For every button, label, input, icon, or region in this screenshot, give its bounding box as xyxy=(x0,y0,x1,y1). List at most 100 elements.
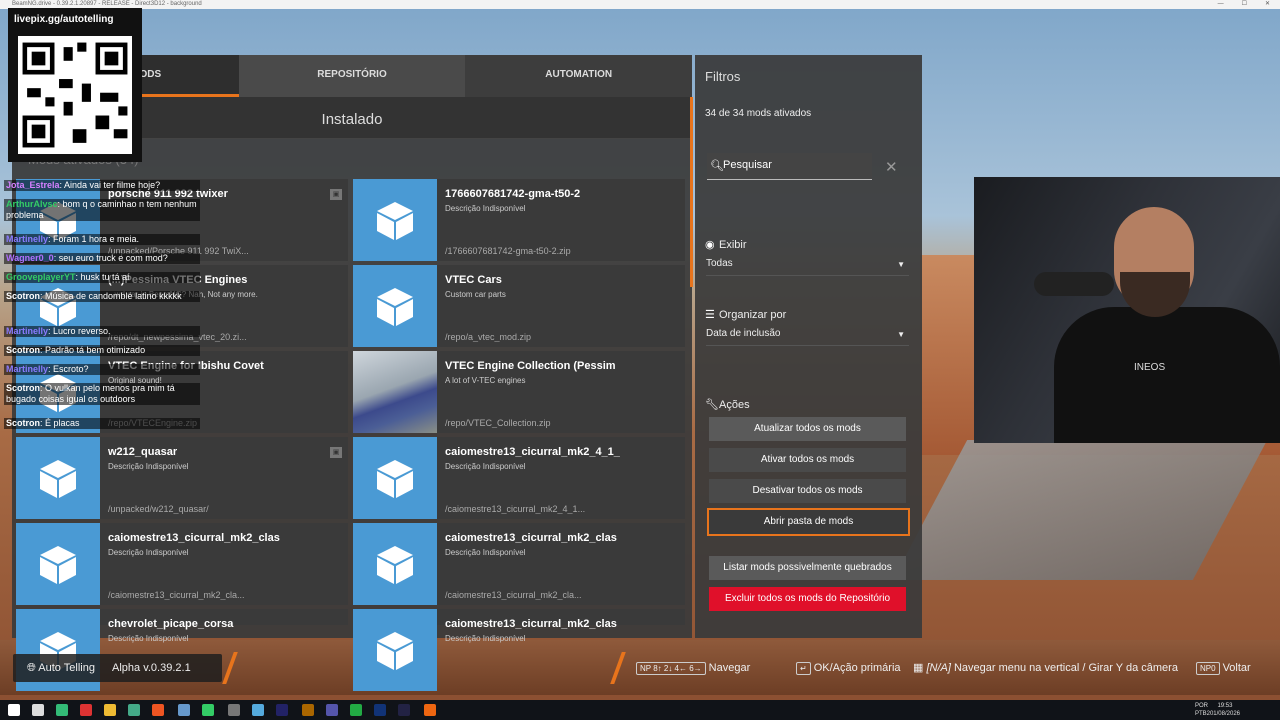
sort-select[interactable]: Data de inclusão ▼ xyxy=(706,328,909,346)
chrome-icon[interactable] xyxy=(128,704,140,716)
enable-all-button[interactable]: Ativar todos os mods xyxy=(709,448,906,472)
mod-title: caiomestre13_cicurral_mk2_clas xyxy=(108,532,280,544)
chat-username: Jota_Estrela xyxy=(6,180,60,190)
obs-icon[interactable] xyxy=(228,704,240,716)
chat-message: Scotron: É placas xyxy=(4,418,200,429)
update-all-button[interactable]: Atualizar todos os mods xyxy=(709,417,906,441)
chat-username: Scotron xyxy=(6,345,41,355)
search-icon: 🔍︎ xyxy=(710,160,724,172)
enter-key-icon: ↵ xyxy=(796,662,811,675)
search-input[interactable]: 🔍︎ Pesquisar xyxy=(707,153,872,180)
mod-card[interactable]: caiomestre13_cicurral_mk2_clas Descrição … xyxy=(353,523,685,605)
hint-back-text: Voltar xyxy=(1222,662,1251,674)
hint-ok-text: OK/Ação primária xyxy=(813,662,901,674)
hint-vertical: ▦ [N/A] Navegar menu na vertical / Girar… xyxy=(913,660,1178,676)
mod-card[interactable]: caiomestre13_cicurral_mk2_clas Descrição … xyxy=(16,523,348,605)
app-icon[interactable] xyxy=(350,704,362,716)
webcam-overlay: INEOS xyxy=(974,177,1280,443)
filters-panel: Filtros 34 de 34 mods ativados 🔍︎ Pesqui… xyxy=(695,55,922,638)
mod-card[interactable]: VTEC Engine Collection (Pessim A lot of V… xyxy=(353,351,685,433)
chat-message: Jota_Estrela: Ainda vai ter filme hoje? xyxy=(4,180,200,191)
qr-url: livepix.gg/autotelling xyxy=(14,14,114,25)
scrollbar[interactable] xyxy=(690,97,693,287)
window-title: BeamNG.drive - 0.39.2.1.20897 - RELEASE … xyxy=(12,1,202,7)
mod-description: Descrição Indisponível xyxy=(108,462,189,471)
mod-description: Descrição Indisponível xyxy=(445,548,526,557)
maximize-icon[interactable]: ☐ xyxy=(1242,0,1247,9)
app-icon[interactable] xyxy=(252,704,264,716)
window-controls: — ☐ ✕ xyxy=(1218,0,1270,9)
mod-card[interactable]: VTEC Cars Custom car parts/repo/a_vtec_mo… xyxy=(353,265,685,347)
mod-card[interactable]: 1766607681742-gma-t50-2 Descrição Indispo… xyxy=(353,179,685,261)
chat-message: Wagner0_0: seu euro truck e com mod? xyxy=(4,253,200,264)
mod-thumbnail xyxy=(353,437,437,519)
mod-title: VTEC Engine Collection (Pessim xyxy=(445,360,616,372)
mod-description: Descrição Indisponível xyxy=(108,634,189,643)
brave-icon[interactable] xyxy=(152,704,164,716)
window-titlebar: BeamNG.drive - 0.39.2.1.20897 - RELEASE … xyxy=(0,0,1280,9)
tab-repository[interactable]: REPOSITÓRIO xyxy=(238,55,466,97)
chat-username: Wagner0_0 xyxy=(6,253,54,263)
start-icon[interactable] xyxy=(8,704,20,716)
mod-card[interactable]: chevrolet_picape_corsa Descrição Indispon… xyxy=(16,609,348,691)
mod-card[interactable]: caiomestre13_cicurral_mk2_4_1_ Descrição … xyxy=(353,437,685,519)
minimize-icon[interactable]: — xyxy=(1218,0,1224,9)
open-folder-button[interactable]: Abrir pasta de mods xyxy=(707,508,910,536)
show-label-text: Exibir xyxy=(719,239,747,251)
mod-thumbnail xyxy=(353,179,437,261)
show-select[interactable]: Todas ▼ xyxy=(706,258,909,276)
list-broken-button[interactable]: Listar mods possivelmente quebrados xyxy=(709,556,906,580)
folder-icon[interactable] xyxy=(104,704,116,716)
audition-icon[interactable] xyxy=(276,704,288,716)
language-indicator[interactable]: POR PTB2 xyxy=(1195,702,1210,718)
numpad-keys: NP 8↑ 2↓ 4← 6→ xyxy=(636,662,706,675)
hint-back: NP0 Voltar xyxy=(1196,660,1251,676)
mod-description: Descrição Indisponível xyxy=(445,462,526,471)
mod-path: /unpacked/w212_quasar/ xyxy=(108,504,209,514)
profile-pill[interactable]: 🌐︎ Auto Telling Alpha v.0.39.2.1 xyxy=(13,654,222,682)
mod-title: caiomestre13_cicurral_mk2_4_1_ xyxy=(445,446,620,458)
beamng-icon[interactable] xyxy=(424,704,436,716)
chat-text: : Ainda vai ter filme hoje? xyxy=(59,180,161,190)
mod-description: Descrição Indisponível xyxy=(445,204,526,213)
photoshop-icon[interactable] xyxy=(374,704,386,716)
chat-text: : Padrão tá bem otimizado xyxy=(40,345,146,355)
unpacked-icon[interactable]: ▣ xyxy=(330,447,342,458)
app-icon[interactable] xyxy=(80,704,92,716)
mod-title: caiomestre13_cicurral_mk2_clas xyxy=(445,532,617,544)
hint-navigate: NP 8↑ 2↓ 4← 6→ Navegar xyxy=(636,660,750,676)
unpacked-icon[interactable]: ▣ xyxy=(330,189,342,200)
tab-automation[interactable]: AUTOMATION xyxy=(465,55,693,97)
app-icon[interactable] xyxy=(178,704,190,716)
chat-username: Martinelly xyxy=(6,364,49,374)
mod-title: 1766607681742-gma-t50-2 xyxy=(445,188,581,200)
webcam-body xyxy=(1054,307,1280,443)
mod-path: /repo/VTEC_Collection.zip xyxy=(445,418,551,428)
mod-description: Descrição Indisponível xyxy=(445,634,526,643)
chat-message: Martinelly: Escroto? xyxy=(4,364,200,375)
premiere-icon[interactable] xyxy=(398,704,410,716)
taskview-icon[interactable] xyxy=(32,704,44,716)
clock[interactable]: 19:53 01/08/2026 xyxy=(1210,702,1240,718)
mod-card[interactable]: caiomestre13_cicurral_mk2_clas Descrição … xyxy=(353,609,685,691)
mod-description: A lot of V-TEC engines xyxy=(445,376,526,385)
chat-text: : Foram 1 hora e meia. xyxy=(48,234,140,244)
delete-repo-button[interactable]: Excluir todos os mods do Repositório xyxy=(709,587,906,611)
app-icon[interactable] xyxy=(202,704,214,716)
disable-all-button[interactable]: Desativar todos os mods xyxy=(709,479,906,503)
mod-card[interactable]: w212_quasar Descrição Indisponível/unpack… xyxy=(16,437,348,519)
chevron-down-icon: ▼ xyxy=(897,330,905,339)
chat-username: Scotron xyxy=(6,383,41,393)
globe-icon: 🌐︎ xyxy=(27,662,36,674)
mod-title: w212_quasar xyxy=(108,446,178,458)
app-icon[interactable] xyxy=(56,704,68,716)
clock-date: 01/08/2026 xyxy=(1209,711,1240,717)
hint-vertical-text: Navegar menu na vertical / Girar Y da câ… xyxy=(953,662,1178,674)
close-icon[interactable]: ✕ xyxy=(1265,0,1270,9)
chat-username: Martinelly xyxy=(6,234,49,244)
app-icon[interactable] xyxy=(302,704,314,716)
app-icon[interactable] xyxy=(326,704,338,716)
actions-label: 🔧︎Ações xyxy=(705,398,750,411)
clear-search-icon[interactable]: ✕ xyxy=(885,158,898,176)
chat-message: Scotron: Padrão tá bem otimizado xyxy=(4,345,200,356)
